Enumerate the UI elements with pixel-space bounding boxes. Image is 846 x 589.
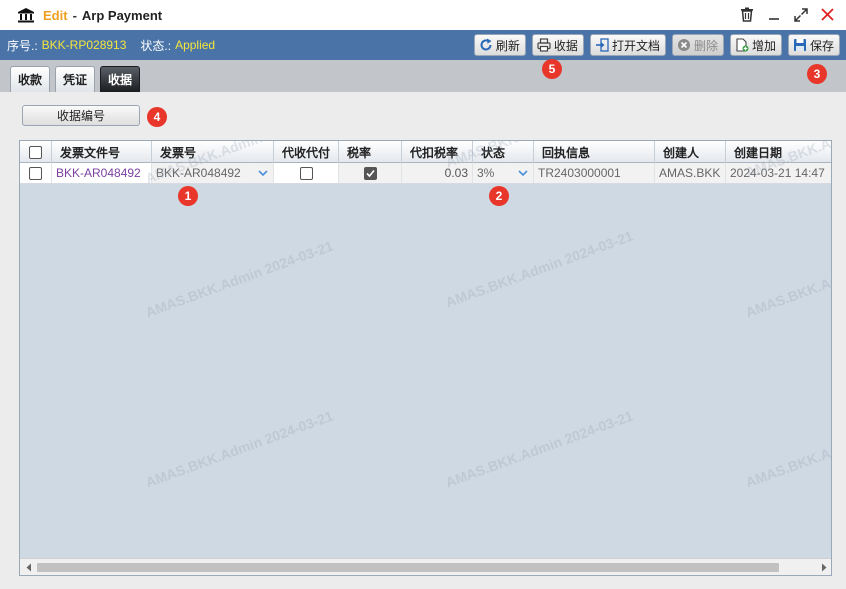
scroll-left-icon[interactable] [25,563,33,572]
tab-collection[interactable]: 收款 [10,66,51,92]
window-titlebar: Edit - Arp Payment [0,0,846,30]
watermark: AMAS.BKK.Admin 2024-03-21 [143,407,336,491]
status-value: Applied [175,38,216,52]
save-label: 保存 [809,38,834,53]
trash-icon[interactable] [738,6,755,23]
status-label: 状态.: [140,38,172,53]
refresh-icon [480,38,492,51]
title-separator: - [72,7,77,23]
watermark: AMAS.BKK.Admin 2024-03-21 [143,237,336,321]
chevron-down-icon[interactable] [257,167,269,179]
col-withholding-rate[interactable]: 代扣税率 [402,141,473,163]
add-document-icon [736,38,749,52]
watermark: AMAS.BKK.Admin 2024-03-21 [443,407,636,491]
save-button[interactable]: 保存 [787,34,840,56]
marker-2: 2 [489,186,509,206]
tab-receipt[interactable]: 收据 [100,66,141,92]
row-select-checkbox[interactable] [29,166,42,180]
status-dropdown-value: 3% [477,166,495,180]
seq-label: 序号.: [7,38,38,53]
receipt-print-label: 收据 [553,38,578,53]
receipt-number-button[interactable]: 收据编号 [22,105,140,126]
bank-icon [18,8,34,23]
watermark: AMAS.BKK.Admin 2024-03-21 [743,238,832,321]
delete-icon [677,39,690,51]
marker-4: 4 [147,107,167,127]
receipt-panel: 收据编号 发票文件号 发票号 代收代付 税率 代扣税率 状态 回执信息 创建人 … [0,92,846,589]
save-icon [793,39,806,51]
watermark: AMAS.BKK.Admin 2024-03-21 [443,227,636,311]
collect-pay-checkbox[interactable] [299,166,313,180]
receipt-info-value: TR2403000001 [534,163,655,183]
col-tax-rate[interactable]: 税率 [339,141,402,163]
record-info-bar: 序号.: BKK-RP028913 状态.: Applied 刷新 收据 打开文… [0,30,846,60]
minimize-icon[interactable] [765,6,782,23]
window-mode: Edit [43,7,68,23]
marker-1: 1 [178,186,198,206]
invoice-no-dropdown[interactable]: BKK-AR048492 [152,163,274,183]
refresh-button[interactable]: 刷新 [473,34,526,56]
col-status[interactable]: 状态 [473,141,534,163]
scroll-right-icon[interactable] [820,563,828,572]
tab-voucher[interactable]: 凭证 [55,66,96,92]
open-document-icon [595,38,609,52]
maximize-icon[interactable] [792,6,809,23]
printer-icon [537,38,551,52]
col-invoice-file-no[interactable]: 发票文件号 [52,141,152,163]
select-all-checkbox[interactable] [29,145,42,159]
tax-rate-cell [339,163,402,183]
row-select-cell [20,163,52,183]
open-document-label: 打开文档 [611,38,660,53]
creator-value: AMAS.BKK [655,163,726,183]
col-collect-pay[interactable]: 代收代付 [274,141,339,163]
receipt-grid: 发票文件号 发票号 代收代付 税率 代扣税率 状态 回执信息 创建人 创建日期 … [19,140,832,576]
status-dropdown[interactable]: 3% [473,163,534,183]
tax-rate-checkbox[interactable] [363,166,377,180]
grid-header: 发票文件号 发票号 代收代付 税率 代扣税率 状态 回执信息 创建人 创建日期 [20,141,831,163]
refresh-label: 刷新 [495,38,520,53]
invoice-file-no-link[interactable]: BKK-AR048492 [52,163,152,183]
col-creator[interactable]: 创建人 [655,141,726,163]
horizontal-scrollbar[interactable] [20,558,831,575]
col-created-date[interactable]: 创建日期 [726,141,831,163]
collect-pay-cell [274,163,339,183]
delete-button[interactable]: 删除 [671,34,724,56]
invoice-no-value: BKK-AR048492 [156,166,241,180]
scrollbar-thumb[interactable] [37,563,779,572]
receipt-print-button[interactable]: 收据 [531,34,584,56]
select-all-header [20,141,52,163]
open-document-button[interactable]: 打开文档 [589,34,666,56]
window-title: Arp Payment [81,7,163,23]
table-row[interactable]: BKK-AR048492 BKK-AR048492 0.03 3% TR2403… [20,163,831,184]
delete-label: 删除 [693,38,718,53]
col-receipt-info[interactable]: 回执信息 [534,141,655,163]
seq-value: BKK-RP028913 [41,38,127,52]
watermark: AMAS.BKK.Admin 2024-03-21 [743,408,832,491]
add-label: 增加 [751,38,776,53]
col-invoice-no[interactable]: 发票号 [152,141,274,163]
close-icon[interactable] [819,6,836,23]
withholding-rate-value: 0.03 [402,163,473,183]
checkmark-icon [365,169,375,177]
marker-5: 5 [542,59,562,79]
tab-strip: 收款 凭证 收据 [0,60,846,92]
created-date-value: 2024-03-21 14:47 [726,163,831,183]
chevron-down-icon[interactable] [517,167,529,179]
add-button[interactable]: 增加 [729,34,782,56]
marker-3: 3 [807,64,827,84]
